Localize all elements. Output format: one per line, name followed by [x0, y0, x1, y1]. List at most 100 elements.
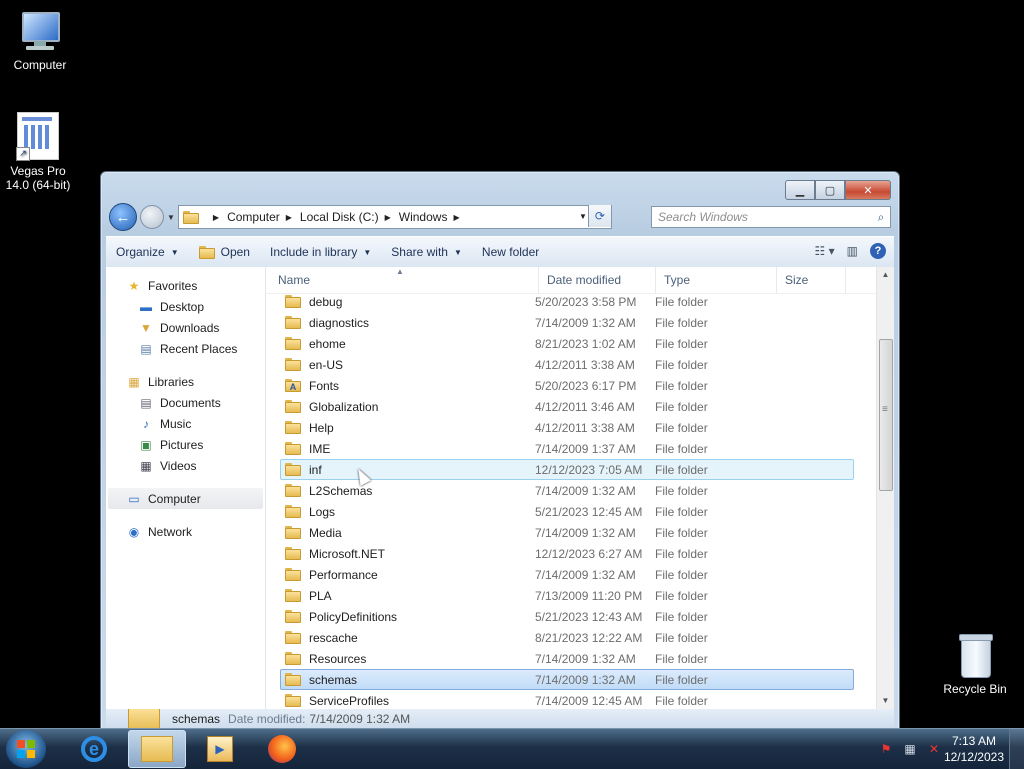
file-date-modified: 7/14/2009 1:32 AM [535, 672, 636, 687]
close-button[interactable]: ✕ [845, 180, 891, 200]
scroll-up-icon[interactable]: ▲ [877, 267, 894, 283]
nav-documents[interactable]: ▤ Documents [106, 392, 265, 413]
nav-music[interactable]: ♪ Music [106, 413, 265, 434]
column-label: Type [664, 273, 691, 287]
column-date-modified[interactable]: Date modified [539, 267, 656, 293]
network-status-icon[interactable]: ▦ [902, 741, 918, 757]
table-row[interactable]: debug 5/20/2023 3:58 PM File folder [280, 291, 854, 312]
forward-button[interactable] [140, 205, 164, 229]
table-row[interactable]: ehome 8/21/2023 1:02 AM File folder [280, 333, 854, 354]
vertical-scrollbar[interactable]: ▲ ▼ [876, 267, 894, 709]
column-name[interactable]: ▲ Name [266, 267, 539, 293]
fonts-folder-icon [285, 379, 301, 392]
search-icon[interactable]: ⌕ [872, 210, 890, 225]
table-row[interactable]: PolicyDefinitions 5/21/2023 12:43 AM File … [280, 606, 854, 627]
table-row[interactable]: Media 7/14/2009 1:32 AM File folder [280, 522, 854, 543]
table-row[interactable]: ServiceProfiles 7/14/2009 12:45 AM File fo… [280, 690, 854, 709]
show-desktop-button[interactable] [1009, 729, 1024, 769]
column-type[interactable]: Type [656, 267, 777, 293]
table-row[interactable]: diagnostics 7/14/2009 1:32 AM File folder [280, 312, 854, 333]
table-row[interactable]: Help 4/12/2011 3:38 AM File folder [280, 417, 854, 438]
column-size[interactable]: Size [777, 267, 846, 293]
system-clock[interactable]: 7:13 AM 12/12/2023 [944, 733, 1004, 765]
table-row[interactable]: IME 7/14/2009 1:37 AM File folder [280, 438, 854, 459]
search-input[interactable]: Search Windows ⌕ [651, 206, 891, 228]
breadcrumb-arrow-icon[interactable]: ▶ [286, 213, 292, 222]
organize-button[interactable]: Organize ▼ [106, 237, 189, 267]
desktop-icon-computer[interactable]: Computer [0, 10, 80, 72]
scroll-down-icon[interactable]: ▼ [877, 693, 894, 709]
downloads-icon: ▼ [140, 320, 152, 335]
nav-desktop[interactable]: ▬ Desktop [106, 296, 265, 317]
file-type: File folder [655, 315, 708, 330]
file-type: File folder [655, 294, 708, 309]
folder-icon [285, 673, 301, 686]
breadcrumb-windows[interactable]: Windows [399, 210, 448, 224]
file-type: File folder [655, 630, 708, 645]
recent-pages-dropdown[interactable]: ▼ [167, 213, 175, 222]
desktop-icon-recycle-bin[interactable]: Recycle Bin [935, 632, 1015, 696]
table-row[interactable]: L2Schemas 7/14/2009 1:32 AM File folder [280, 480, 854, 501]
desktop-icon-vegas-pro[interactable]: ↗ Vegas Pro 14.0 (64-bit) [0, 112, 78, 192]
table-row[interactable]: PLA 7/13/2009 11:20 PM File folder [280, 585, 854, 606]
videos-icon: ▦ [140, 458, 152, 473]
file-name-cell: Help [281, 421, 535, 435]
folder-icon [285, 463, 301, 476]
volume-muted-icon[interactable]: ✕ [926, 741, 942, 757]
nav-libraries[interactable]: ▦ Libraries [106, 371, 265, 392]
file-name-cell: Fonts [281, 379, 535, 393]
taskbar-firefox[interactable] [254, 731, 310, 767]
breadcrumb-computer[interactable]: Computer [227, 210, 280, 224]
new-folder-button[interactable]: New folder [472, 237, 549, 267]
breadcrumb-arrow-icon[interactable]: ▶ [385, 213, 391, 222]
nav-pictures[interactable]: ▣ Pictures [106, 434, 265, 455]
nav-downloads[interactable]: ▼ Downloads [106, 317, 265, 338]
taskbar-internet-explorer[interactable]: e [66, 731, 122, 767]
column-label: Date modified [547, 273, 622, 287]
share-with-button[interactable]: Share with ▼ [381, 237, 472, 267]
file-name-cell: Logs [281, 505, 535, 519]
help-icon[interactable]: ? [870, 243, 886, 259]
breadcrumb-arrow-icon[interactable]: ▶ [453, 213, 459, 222]
documents-icon: ▤ [140, 395, 152, 410]
file-name-cell: ServiceProfiles [281, 694, 535, 708]
nav-computer[interactable]: ▭ Computer [108, 488, 263, 509]
table-row[interactable]: Fonts 5/20/2023 6:17 PM File folder [280, 375, 854, 396]
file-date-modified: 7/14/2009 1:32 AM [535, 651, 636, 666]
include-in-library-button[interactable]: Include in library ▼ [260, 237, 381, 267]
file-name-cell: PolicyDefinitions [281, 610, 535, 624]
nav-recent-places[interactable]: ▤ Recent Places [106, 338, 265, 359]
file-type: File folder [655, 609, 708, 624]
open-button[interactable]: Open [189, 237, 260, 267]
table-row[interactable]: schemas 7/14/2009 1:32 AM File folder [280, 669, 854, 690]
address-bar[interactable]: ▶ Computer ▶ Local Disk (C:) ▶ Windows ▶ ▼ … [177, 205, 612, 229]
minimize-button[interactable]: ▁ [785, 180, 815, 200]
table-row[interactable]: Microsoft.NET 12/12/2023 6:27 AM File fold… [280, 543, 854, 564]
maximize-button[interactable]: ▢ [815, 180, 845, 200]
table-row[interactable]: Globalization 4/12/2011 3:46 AM File folde… [280, 396, 854, 417]
taskbar-windows-explorer[interactable] [128, 730, 186, 768]
start-button[interactable] [6, 730, 46, 768]
table-row[interactable]: Performance 7/14/2009 1:32 AM File folder [280, 564, 854, 585]
breadcrumb-local-disk[interactable]: Local Disk (C:) [300, 210, 379, 224]
preview-pane-icon[interactable]: ▥ [847, 244, 858, 258]
nav-videos[interactable]: ▦ Videos [106, 455, 265, 476]
back-button[interactable]: ← [109, 203, 137, 231]
nav-favorites[interactable]: ★ Favorites [106, 275, 265, 296]
address-dropdown-icon[interactable]: ▼ [579, 212, 587, 221]
desktop-icon-label: Vegas Pro 14.0 (64-bit) [5, 164, 71, 192]
file-type: File folder [655, 357, 708, 372]
table-row[interactable]: Resources 7/14/2009 1:32 AM File folder [280, 648, 854, 669]
view-options-icon[interactable]: ☷ ▾ [815, 244, 835, 258]
refresh-icon[interactable]: ⟳ [587, 205, 611, 227]
file-name: Microsoft.NET [309, 546, 386, 561]
scrollbar-thumb[interactable] [879, 339, 893, 491]
breadcrumb-arrow-icon[interactable]: ▶ [213, 213, 219, 222]
table-row[interactable]: rescache 8/21/2023 12:22 AM File folder [280, 627, 854, 648]
table-row[interactable]: en-US 4/12/2011 3:38 AM File folder [280, 354, 854, 375]
nav-network[interactable]: ◉ Network [106, 521, 265, 542]
table-row[interactable]: Logs 5/21/2023 12:45 AM File folder [280, 501, 854, 522]
file-name: Fonts [309, 378, 340, 393]
action-center-flag-icon[interactable]: ⚑ [878, 741, 894, 757]
taskbar-media-player[interactable]: ▶ [192, 731, 248, 767]
